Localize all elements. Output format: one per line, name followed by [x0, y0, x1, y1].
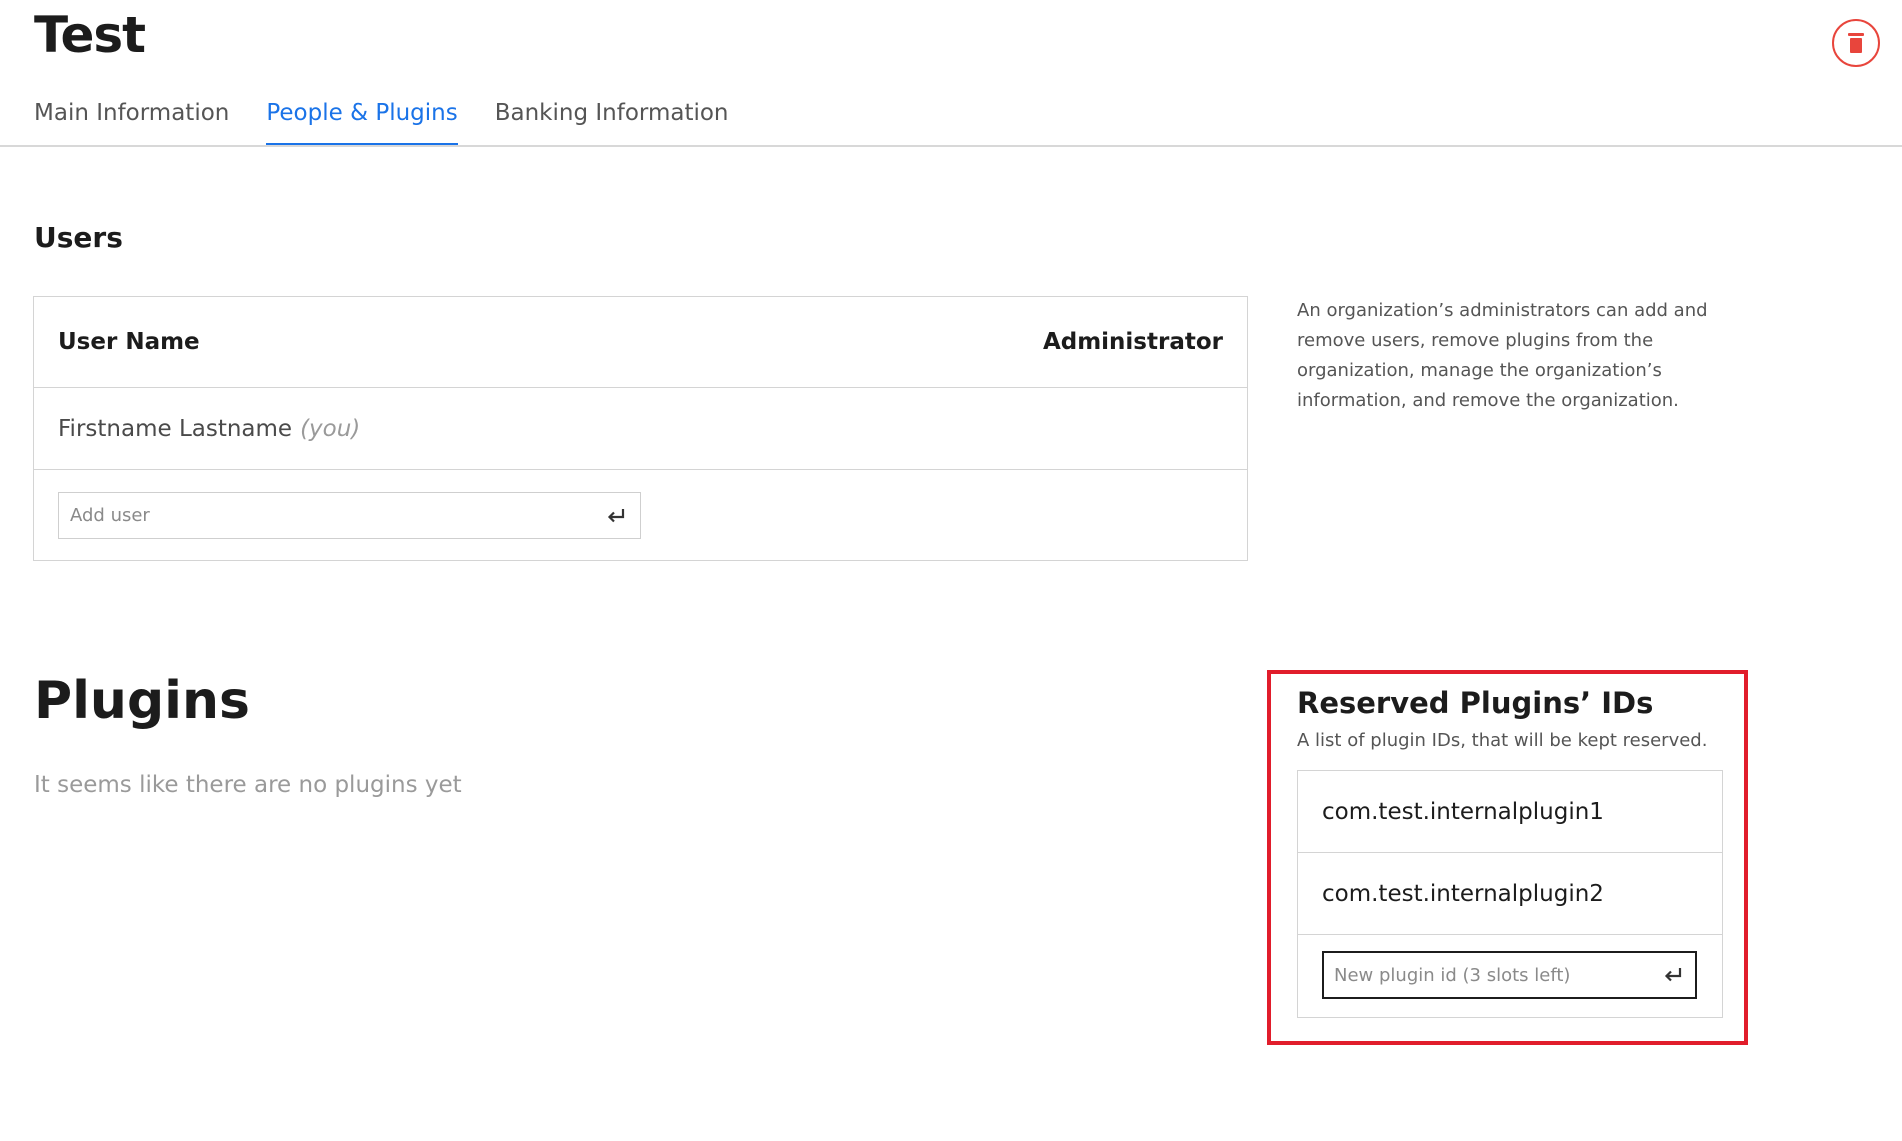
new-plugin-row	[1298, 935, 1722, 999]
reserved-plugins-subtitle: A list of plugin IDs, that will be kept …	[1297, 730, 1708, 751]
trash-icon	[1848, 33, 1864, 53]
enter-icon[interactable]	[1663, 966, 1683, 984]
column-header-user-name: User Name	[58, 329, 200, 355]
add-user-row	[34, 470, 1247, 539]
new-plugin-field	[1322, 951, 1697, 999]
reserved-plugins-title: Reserved Plugins’ IDs	[1297, 686, 1654, 720]
users-table: User Name Administrator Firstname Lastna…	[33, 296, 1248, 561]
enter-icon[interactable]	[606, 507, 626, 525]
users-heading: Users	[34, 221, 123, 254]
new-plugin-id-input[interactable]	[1334, 964, 1634, 986]
table-row: Firstname Lastname (you)	[34, 388, 1247, 470]
user-name: Firstname Lastname	[58, 415, 293, 442]
users-help-text: An organization’s administrators can add…	[1297, 300, 1708, 411]
list-item: com.test.internalplugin2	[1298, 853, 1722, 935]
organization-page: Test Main Information People & Plugins B…	[0, 0, 1902, 1141]
tab-people-plugins[interactable]: People & Plugins	[266, 96, 458, 146]
plugins-heading: Plugins	[34, 671, 250, 731]
delete-organization-button[interactable]	[1832, 19, 1880, 67]
column-header-administrator: Administrator	[1042, 329, 1223, 355]
add-user-field	[58, 492, 641, 539]
tab-main-information[interactable]: Main Information	[34, 96, 229, 142]
tabs-divider	[0, 145, 1902, 147]
add-user-input[interactable]	[70, 505, 550, 526]
you-label: (you)	[300, 415, 361, 442]
no-plugins-message: It seems like there are no plugins yet	[34, 772, 462, 798]
reserved-plugins-list: com.test.internalplugin1 com.test.intern…	[1297, 770, 1723, 1018]
page-title: Test	[34, 6, 146, 64]
users-table-header: User Name Administrator	[34, 297, 1247, 388]
tab-banking-information[interactable]: Banking Information	[495, 96, 729, 142]
tab-bar: Main Information People & Plugins Bankin…	[34, 96, 766, 146]
reserved-plugins-panel: Reserved Plugins’ IDs A list of plugin I…	[1267, 670, 1748, 1045]
list-item: com.test.internalplugin1	[1298, 771, 1722, 853]
